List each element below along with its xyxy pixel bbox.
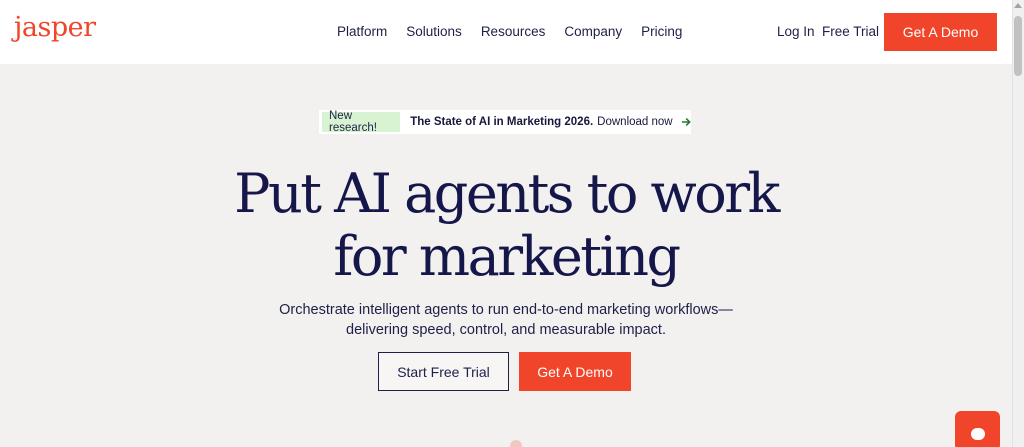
banner-title: The State of AI in Marketing 2026. bbox=[410, 116, 594, 128]
chat-bubble-icon bbox=[971, 428, 985, 440]
chat-widget-button[interactable] bbox=[955, 411, 1000, 447]
vertical-scrollbar[interactable] bbox=[1012, 0, 1024, 447]
scrollbar-thumb[interactable] bbox=[1014, 16, 1022, 76]
jasper-logo[interactable]: jasper bbox=[14, 12, 96, 43]
nav-resources[interactable]: Resources bbox=[481, 24, 546, 39]
hero-subtitle-line-2: delivering speed, control, and measurabl… bbox=[346, 322, 666, 338]
free-trial-link[interactable]: Free Trial bbox=[822, 24, 879, 39]
hero-title-line-2: for marketing bbox=[333, 225, 681, 288]
hero-subtitle-line-1: Orchestrate intelligent agents to run en… bbox=[279, 302, 733, 318]
top-navigation-bar: jasper Platform Solutions Resources Comp… bbox=[0, 0, 1012, 64]
research-banner[interactable]: New research! The State of AI in Marketi… bbox=[319, 110, 691, 134]
hero-subtitle: Orchestrate intelligent agents to run en… bbox=[0, 300, 1012, 340]
arrow-right-icon bbox=[681, 117, 691, 127]
main-nav: Platform Solutions Resources Company Pri… bbox=[337, 24, 701, 39]
get-demo-button-header[interactable]: Get A Demo bbox=[884, 13, 997, 51]
login-link[interactable]: Log In bbox=[777, 24, 815, 39]
download-now-link[interactable]: Download now bbox=[597, 116, 672, 128]
new-research-badge: New research! bbox=[322, 110, 401, 134]
get-demo-button-hero[interactable]: Get A Demo bbox=[519, 352, 631, 391]
hero-title: Put AI agents to work for marketing bbox=[0, 162, 1012, 288]
scroll-up-icon[interactable] bbox=[1014, 3, 1022, 8]
nav-company[interactable]: Company bbox=[564, 24, 622, 39]
start-free-trial-button[interactable]: Start Free Trial bbox=[378, 352, 509, 391]
hero-title-line-1: Put AI agents to work bbox=[234, 162, 780, 225]
nav-solutions[interactable]: Solutions bbox=[406, 24, 462, 39]
nav-pricing[interactable]: Pricing bbox=[641, 24, 682, 39]
decorative-dot bbox=[510, 440, 522, 447]
nav-platform[interactable]: Platform bbox=[337, 24, 387, 39]
